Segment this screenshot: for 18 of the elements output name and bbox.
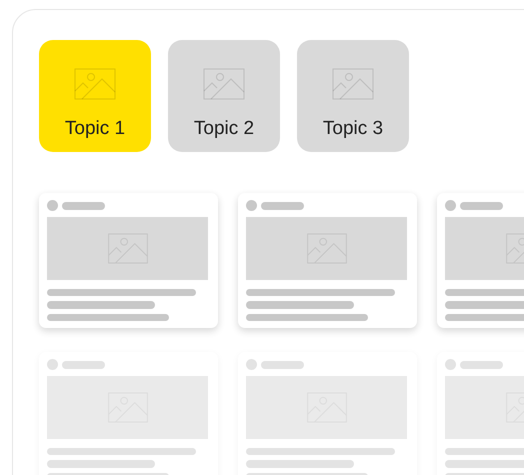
avatar-placeholder: [445, 200, 456, 211]
image-icon: [332, 68, 374, 100]
avatar-placeholder: [445, 359, 456, 370]
topic-tile[interactable]: Topic 3: [297, 40, 409, 152]
image-icon: [74, 68, 116, 100]
topic-tile[interactable]: Topic 1: [39, 40, 151, 152]
title-placeholder: [62, 202, 105, 210]
avatar-placeholder: [246, 200, 257, 211]
avatar-placeholder: [47, 359, 58, 370]
title-placeholder: [62, 360, 105, 368]
image-icon: [203, 68, 245, 100]
title-placeholder: [261, 202, 304, 210]
title-placeholder: [261, 360, 304, 368]
topic-tile[interactable]: Topic 2: [168, 40, 280, 152]
title-placeholder: [460, 360, 503, 368]
title-placeholder: [460, 202, 503, 210]
avatar-placeholder: [47, 200, 58, 211]
avatar-placeholder: [246, 359, 257, 370]
